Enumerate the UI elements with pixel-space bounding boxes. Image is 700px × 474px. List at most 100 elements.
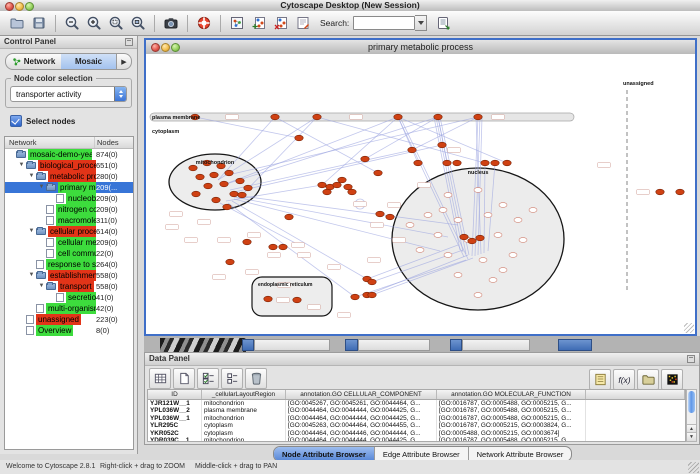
data-panel-float-icon[interactable] <box>687 355 695 363</box>
tab-node-attribute-browser[interactable]: Node Attribute Browser <box>274 447 375 461</box>
attribute-table[interactable]: ID_cellularLayoutRegionannotation.GO CEL… <box>147 389 686 442</box>
new-attribute-button[interactable] <box>173 368 195 389</box>
zoom-fit-button[interactable] <box>128 13 148 33</box>
tree-row-cellular-metabol[interactable]: cellular metabol209(0) <box>5 237 133 248</box>
table-editor-button[interactable] <box>149 368 171 389</box>
graph-node[interactable] <box>196 174 204 180</box>
tree-row-secretion[interactable]: secretion41(0) <box>5 292 133 303</box>
tree-row-transport[interactable]: ▼transport558(0) <box>5 281 133 292</box>
tree-row-cell-communicat[interactable]: cell communicat22(0) <box>5 248 133 259</box>
matrix-view-button[interactable] <box>661 369 683 390</box>
graph-node-outline[interactable] <box>484 213 492 218</box>
tree-row-mosaic-demo-yeast[interactable]: mosaic-demo-yeast874(0) <box>5 149 133 160</box>
delete-attribute-button[interactable] <box>245 368 267 389</box>
node-color-dropdown[interactable]: transporter activity <box>10 86 127 102</box>
search-input[interactable] <box>353 16 415 30</box>
graph-node-outline[interactable] <box>494 233 502 238</box>
graph-node[interactable] <box>220 181 228 187</box>
graph-node[interactable] <box>225 170 233 176</box>
tree-row-overview[interactable]: Overview8(0) <box>5 325 133 336</box>
graph-node[interactable] <box>333 182 341 188</box>
modify-network-add-button[interactable] <box>249 13 269 33</box>
graph-node[interactable] <box>293 297 301 303</box>
graph-node[interactable] <box>295 135 303 141</box>
graph-node[interactable] <box>189 165 197 171</box>
graph-node[interactable] <box>269 244 277 250</box>
graph-node[interactable] <box>676 189 684 195</box>
graph-node-outline[interactable] <box>529 208 537 213</box>
formula-builder-button[interactable]: f(x) <box>613 369 635 390</box>
open-file-button[interactable] <box>7 13 27 33</box>
column-header[interactable]: ID <box>148 390 202 399</box>
graph-node[interactable] <box>323 189 331 195</box>
graph-node[interactable] <box>438 142 446 148</box>
graph-node[interactable] <box>264 296 272 302</box>
graph-node-outline[interactable] <box>499 268 507 273</box>
help-ring-button[interactable] <box>194 13 214 33</box>
tree-row-macromolecule[interactable]: macromolecule311(0) <box>5 215 133 226</box>
graph-node[interactable] <box>474 114 482 120</box>
canvas-resize-grip[interactable] <box>684 323 694 333</box>
zoom-in-button[interactable] <box>84 13 104 33</box>
graph-node[interactable] <box>376 211 384 217</box>
snapshot-camera-button[interactable] <box>161 13 181 33</box>
import-attributes-button[interactable] <box>433 13 453 33</box>
scrollbar-thumb[interactable] <box>688 391 695 413</box>
save-session-button[interactable] <box>29 13 49 33</box>
table-row[interactable]: YPL036W__2plasma membrane[GO:0044464, GO… <box>148 407 685 414</box>
graph-node[interactable] <box>226 259 234 265</box>
attribute-notes-button[interactable] <box>589 369 611 390</box>
table-scrollbar[interactable]: ▲ ▼ <box>686 389 697 442</box>
tab-network[interactable]: Network <box>6 54 61 69</box>
graph-node-outline[interactable] <box>479 258 487 263</box>
network-overview-button[interactable] <box>227 13 247 33</box>
graph-node[interactable] <box>271 114 279 120</box>
table-row[interactable]: YDR039C__1mitochondrion[GO:0044464, GO:0… <box>148 437 685 442</box>
graph-node[interactable] <box>460 234 468 240</box>
graph-node[interactable] <box>374 170 382 176</box>
graph-node-outline[interactable] <box>514 218 522 223</box>
graph-node-outline[interactable] <box>474 293 482 298</box>
graph-node[interactable] <box>238 192 246 198</box>
search-dropdown-arrow[interactable] <box>415 15 427 31</box>
graph-node[interactable] <box>368 292 376 298</box>
graph-node[interactable] <box>244 185 252 191</box>
graph-node-outline[interactable] <box>454 218 462 223</box>
select-attributes-button[interactable] <box>197 368 219 389</box>
graph-node[interactable] <box>351 294 359 300</box>
graph-node[interactable] <box>285 214 293 220</box>
graph-node-outline[interactable] <box>439 208 447 213</box>
window-resize-grip[interactable] <box>688 462 699 473</box>
float-panel-icon[interactable] <box>125 38 133 46</box>
table-row[interactable]: YLR295Ccytoplasm[GO:0045263, GO:0044464,… <box>148 422 685 429</box>
graph-node-outline[interactable] <box>416 248 424 253</box>
tree-row-nucleobase-[interactable]: nucleobase-209(0) <box>5 193 133 204</box>
open-attribute-file-button[interactable] <box>637 369 659 390</box>
tree-row-establishment-of-lo[interactable]: ▼establishment of lo558(0) <box>5 270 133 281</box>
network-canvas[interactable]: plasma membranecytoplasmmitochondrionnuc… <box>146 54 695 334</box>
table-row[interactable]: YJR121W__1mitochondrion[GO:0045267, GO:0… <box>148 400 685 407</box>
column-header[interactable]: annotation.GO CELLULAR_COMPONENT <box>286 390 437 399</box>
annotation-button[interactable] <box>293 13 313 33</box>
tree-row-cellular-process[interactable]: ▼cellular process614(0) <box>5 226 133 237</box>
select-nodes-checkbox[interactable] <box>10 115 22 127</box>
graph-node[interactable] <box>361 156 369 162</box>
modify-network-delete-button[interactable] <box>271 13 291 33</box>
graph-node[interactable] <box>443 160 451 166</box>
graph-node[interactable] <box>386 214 394 220</box>
tab-overflow-arrow[interactable]: ▶ <box>116 54 131 69</box>
tree-disclosure-arrow[interactable]: ▼ <box>27 171 36 182</box>
graph-node[interactable] <box>192 191 200 197</box>
graph-node[interactable] <box>313 114 321 120</box>
graph-node[interactable] <box>414 160 422 166</box>
graph-node-outline[interactable] <box>499 203 507 208</box>
graph-node-outline[interactable] <box>434 233 442 238</box>
tree-row-multi-organism-pro[interactable]: multi-organism pro42(0) <box>5 303 133 314</box>
tree-row-response-to-stimulu[interactable]: response to stimulu264(0) <box>5 259 133 270</box>
tree-row-metabolic-process[interactable]: ▼metabolic process280(0) <box>5 171 133 182</box>
tree-disclosure-arrow[interactable]: ▼ <box>37 281 46 292</box>
graph-node-outline[interactable] <box>474 188 482 193</box>
graph-node[interactable] <box>236 178 244 184</box>
graph-node[interactable] <box>481 160 489 166</box>
tree-disclosure-arrow[interactable]: ▼ <box>37 182 46 193</box>
